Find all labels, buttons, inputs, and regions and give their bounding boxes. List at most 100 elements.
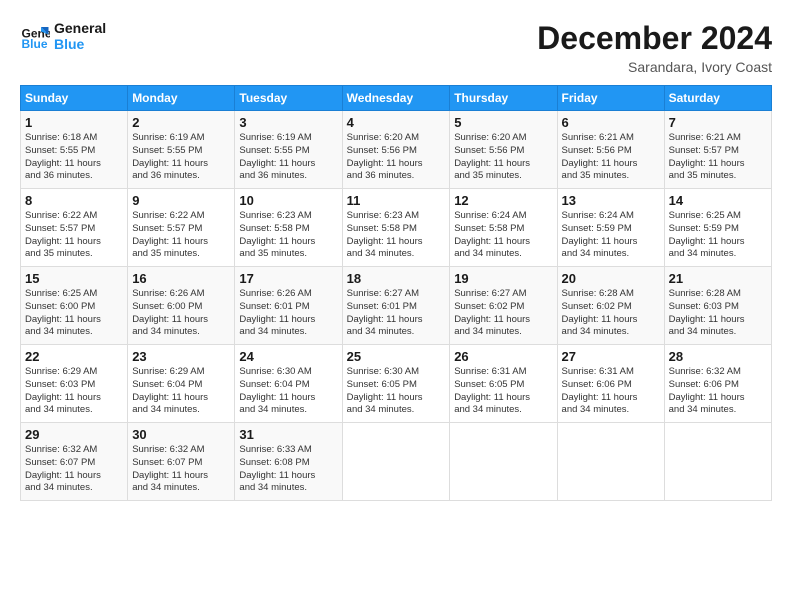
day-number: 5 bbox=[454, 115, 552, 130]
day-info: Sunrise: 6:32 AM Sunset: 6:06 PM Dayligh… bbox=[669, 366, 767, 417]
table-row: 3Sunrise: 6:19 AM Sunset: 5:55 PM Daylig… bbox=[235, 111, 342, 189]
table-row: 28 Sunrise: 6:32 AM Sunset: 6:06 PM Dayli… bbox=[664, 345, 771, 423]
col-monday: Monday bbox=[128, 86, 235, 111]
day-info: Sunrise: 6:29 AM Sunset: 6:04 PM Dayligh… bbox=[132, 366, 230, 417]
table-row: 27 Sunrise: 6:31 AM Sunset: 6:06 PM Dayli… bbox=[557, 345, 664, 423]
day-number: 30 bbox=[132, 427, 230, 442]
svg-text:Blue: Blue bbox=[22, 37, 48, 51]
calendar-week-row: 29Sunrise: 6:32 AM Sunset: 6:07 PM Dayli… bbox=[21, 423, 772, 501]
day-info: Sunrise: 6:25 AM Sunset: 6:00 PM Dayligh… bbox=[25, 288, 123, 339]
day-info: Sunrise: 6:18 AM Sunset: 5:55 PM Dayligh… bbox=[25, 132, 123, 183]
day-info: Sunrise: 6:20 AM Sunset: 5:56 PM Dayligh… bbox=[347, 132, 446, 183]
day-info: Sunrise: 6:26 AM Sunset: 6:00 PM Dayligh… bbox=[132, 288, 230, 339]
day-info: Sunrise: 6:28 AM Sunset: 6:02 PM Dayligh… bbox=[562, 288, 660, 339]
calendar-week-row: 22Sunrise: 6:29 AM Sunset: 6:03 PM Dayli… bbox=[21, 345, 772, 423]
day-info: Sunrise: 6:21 AM Sunset: 5:57 PM Dayligh… bbox=[669, 132, 767, 183]
day-info: Sunrise: 6:27 AM Sunset: 6:02 PM Dayligh… bbox=[454, 288, 552, 339]
col-saturday: Saturday bbox=[664, 86, 771, 111]
day-number: 24 bbox=[239, 349, 337, 364]
col-thursday: Thursday bbox=[450, 86, 557, 111]
day-info: Sunrise: 6:23 AM Sunset: 5:58 PM Dayligh… bbox=[239, 210, 337, 261]
day-number: 27 bbox=[562, 349, 660, 364]
table-row: 23 Sunrise: 6:29 AM Sunset: 6:04 PM Dayli… bbox=[128, 345, 235, 423]
day-number: 28 bbox=[669, 349, 767, 364]
table-row: 30 Sunrise: 6:32 AM Sunset: 6:07 PM Dayli… bbox=[128, 423, 235, 501]
table-row: 8 Sunrise: 6:22 AM Sunset: 5:57 PM Daylig… bbox=[21, 189, 128, 267]
day-info: Sunrise: 6:28 AM Sunset: 6:03 PM Dayligh… bbox=[669, 288, 767, 339]
day-number: 1 bbox=[25, 115, 123, 130]
table-row bbox=[557, 423, 664, 501]
table-row: 6 Sunrise: 6:21 AM Sunset: 5:56 PM Daylig… bbox=[557, 111, 664, 189]
day-info: Sunrise: 6:31 AM Sunset: 6:06 PM Dayligh… bbox=[562, 366, 660, 417]
logo-icon: General Blue bbox=[20, 21, 50, 51]
table-row: 31 Sunrise: 6:33 AM Sunset: 6:08 PM Dayli… bbox=[235, 423, 342, 501]
day-info: Sunrise: 6:32 AM Sunset: 6:07 PM Dayligh… bbox=[25, 444, 123, 495]
table-row: 12Sunrise: 6:24 AM Sunset: 5:58 PM Dayli… bbox=[450, 189, 557, 267]
calendar-week-row: 15 Sunrise: 6:25 AM Sunset: 6:00 PM Dayli… bbox=[21, 267, 772, 345]
table-row bbox=[664, 423, 771, 501]
day-number: 23 bbox=[132, 349, 230, 364]
day-info: Sunrise: 6:22 AM Sunset: 5:57 PM Dayligh… bbox=[25, 210, 123, 261]
logo-text-blue: Blue bbox=[54, 36, 106, 52]
table-row: 7 Sunrise: 6:21 AM Sunset: 5:57 PM Daylig… bbox=[664, 111, 771, 189]
table-row: 15 Sunrise: 6:25 AM Sunset: 6:00 PM Dayli… bbox=[21, 267, 128, 345]
day-info: Sunrise: 6:24 AM Sunset: 5:58 PM Dayligh… bbox=[454, 210, 552, 261]
table-row: 1 Sunrise: 6:18 AM Sunset: 5:55 PM Daylig… bbox=[21, 111, 128, 189]
calendar-header-row: Sunday Monday Tuesday Wednesday Thursday… bbox=[21, 86, 772, 111]
page: General Blue General Blue December 2024 … bbox=[0, 0, 792, 612]
table-row: 24 Sunrise: 6:30 AM Sunset: 6:04 PM Dayli… bbox=[235, 345, 342, 423]
table-row: 17 Sunrise: 6:26 AM Sunset: 6:01 PM Dayli… bbox=[235, 267, 342, 345]
col-sunday: Sunday bbox=[21, 86, 128, 111]
day-info: Sunrise: 6:24 AM Sunset: 5:59 PM Dayligh… bbox=[562, 210, 660, 261]
day-number: 25 bbox=[347, 349, 446, 364]
calendar-week-row: 8 Sunrise: 6:22 AM Sunset: 5:57 PM Daylig… bbox=[21, 189, 772, 267]
table-row: 5Sunrise: 6:20 AM Sunset: 5:56 PM Daylig… bbox=[450, 111, 557, 189]
day-info: Sunrise: 6:19 AM Sunset: 5:55 PM Dayligh… bbox=[132, 132, 230, 183]
day-number: 6 bbox=[562, 115, 660, 130]
calendar-week-row: 1 Sunrise: 6:18 AM Sunset: 5:55 PM Daylig… bbox=[21, 111, 772, 189]
day-number: 17 bbox=[239, 271, 337, 286]
table-row: 10Sunrise: 6:23 AM Sunset: 5:58 PM Dayli… bbox=[235, 189, 342, 267]
day-info: Sunrise: 6:32 AM Sunset: 6:07 PM Dayligh… bbox=[132, 444, 230, 495]
table-row: 21 Sunrise: 6:28 AM Sunset: 6:03 PM Dayli… bbox=[664, 267, 771, 345]
table-row bbox=[342, 423, 450, 501]
day-info: Sunrise: 6:25 AM Sunset: 5:59 PM Dayligh… bbox=[669, 210, 767, 261]
day-number: 9 bbox=[132, 193, 230, 208]
day-number: 7 bbox=[669, 115, 767, 130]
table-row: 9 Sunrise: 6:22 AM Sunset: 5:57 PM Daylig… bbox=[128, 189, 235, 267]
month-title: December 2024 bbox=[537, 20, 772, 57]
table-row: 29Sunrise: 6:32 AM Sunset: 6:07 PM Dayli… bbox=[21, 423, 128, 501]
day-info: Sunrise: 6:27 AM Sunset: 6:01 PM Dayligh… bbox=[347, 288, 446, 339]
day-number: 19 bbox=[454, 271, 552, 286]
day-number: 20 bbox=[562, 271, 660, 286]
day-info: Sunrise: 6:21 AM Sunset: 5:56 PM Dayligh… bbox=[562, 132, 660, 183]
header: General Blue General Blue December 2024 … bbox=[20, 20, 772, 75]
day-number: 16 bbox=[132, 271, 230, 286]
day-number: 11 bbox=[347, 193, 446, 208]
day-info: Sunrise: 6:26 AM Sunset: 6:01 PM Dayligh… bbox=[239, 288, 337, 339]
day-number: 3 bbox=[239, 115, 337, 130]
location: Sarandara, Ivory Coast bbox=[537, 59, 772, 75]
day-info: Sunrise: 6:23 AM Sunset: 5:58 PM Dayligh… bbox=[347, 210, 446, 261]
day-number: 2 bbox=[132, 115, 230, 130]
table-row: 16 Sunrise: 6:26 AM Sunset: 6:00 PM Dayli… bbox=[128, 267, 235, 345]
day-info: Sunrise: 6:31 AM Sunset: 6:05 PM Dayligh… bbox=[454, 366, 552, 417]
table-row: 2 Sunrise: 6:19 AM Sunset: 5:55 PM Daylig… bbox=[128, 111, 235, 189]
col-tuesday: Tuesday bbox=[235, 86, 342, 111]
calendar: Sunday Monday Tuesday Wednesday Thursday… bbox=[20, 85, 772, 501]
day-number: 22 bbox=[25, 349, 123, 364]
day-number: 14 bbox=[669, 193, 767, 208]
table-row: 18Sunrise: 6:27 AM Sunset: 6:01 PM Dayli… bbox=[342, 267, 450, 345]
logo: General Blue General Blue bbox=[20, 20, 106, 52]
table-row bbox=[450, 423, 557, 501]
day-number: 15 bbox=[25, 271, 123, 286]
day-number: 21 bbox=[669, 271, 767, 286]
table-row: 25 Sunrise: 6:30 AM Sunset: 6:05 PM Dayli… bbox=[342, 345, 450, 423]
day-number: 31 bbox=[239, 427, 337, 442]
day-info: Sunrise: 6:30 AM Sunset: 6:04 PM Dayligh… bbox=[239, 366, 337, 417]
day-info: Sunrise: 6:30 AM Sunset: 6:05 PM Dayligh… bbox=[347, 366, 446, 417]
day-info: Sunrise: 6:22 AM Sunset: 5:57 PM Dayligh… bbox=[132, 210, 230, 261]
day-info: Sunrise: 6:33 AM Sunset: 6:08 PM Dayligh… bbox=[239, 444, 337, 495]
title-area: December 2024 Sarandara, Ivory Coast bbox=[537, 20, 772, 75]
day-number: 8 bbox=[25, 193, 123, 208]
